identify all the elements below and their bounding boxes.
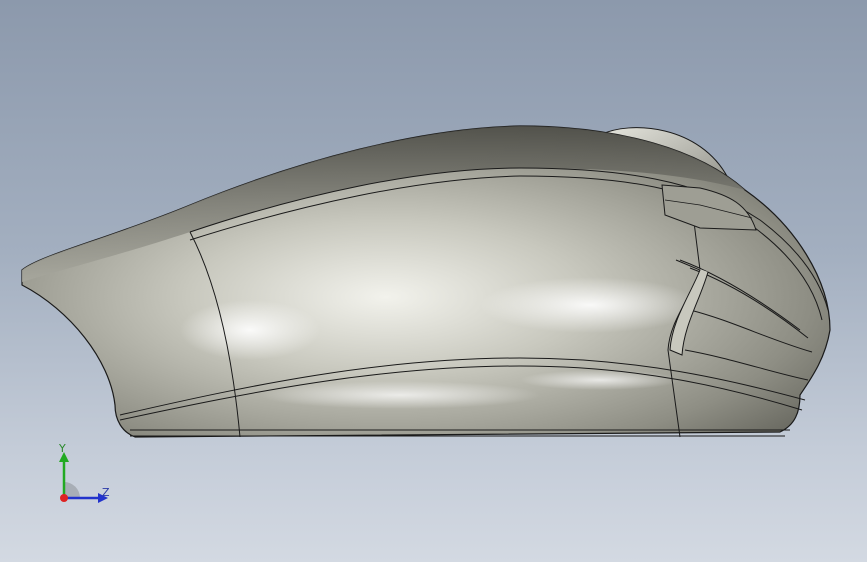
- axis-triad: Y Z: [48, 440, 118, 510]
- z-axis-label: Z: [102, 486, 110, 499]
- mouse-3d-model[interactable]: [0, 0, 867, 562]
- highlight-right: [480, 277, 700, 333]
- y-axis-label: Y: [59, 442, 66, 455]
- highlight-left: [180, 300, 320, 360]
- highlight-bottom-right: [520, 370, 680, 390]
- graphics-viewport[interactable]: Y Z: [0, 0, 867, 562]
